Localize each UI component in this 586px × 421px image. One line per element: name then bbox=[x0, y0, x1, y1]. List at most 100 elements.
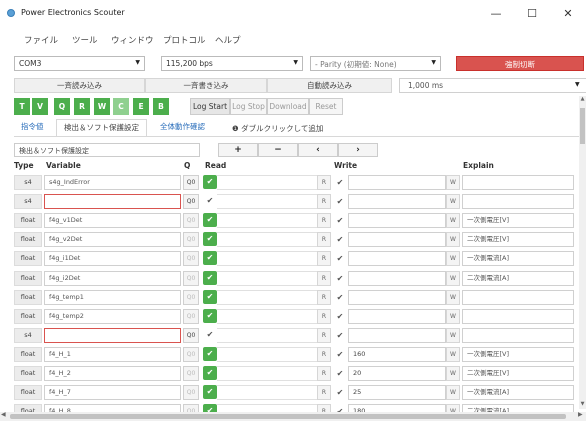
scroll-up-icon[interactable]: ▲ bbox=[579, 96, 586, 104]
read-button[interactable]: R bbox=[317, 175, 331, 190]
read-check-icon[interactable]: ✔ bbox=[203, 385, 217, 400]
variable-input[interactable]: f4g_temp1 bbox=[44, 289, 181, 305]
toggle-b[interactable]: B bbox=[153, 98, 169, 115]
horizontal-scroll-thumb[interactable] bbox=[10, 414, 566, 419]
write-button[interactable]: W bbox=[446, 175, 460, 190]
q-cell[interactable]: Q0 bbox=[183, 251, 199, 267]
write-input[interactable] bbox=[348, 232, 446, 248]
type-cell[interactable]: s4 bbox=[14, 175, 42, 190]
explain-input[interactable] bbox=[462, 289, 574, 305]
variable-input[interactable]: f4g_temp2 bbox=[44, 308, 181, 324]
scroll-left-icon[interactable]: ◀ bbox=[1, 411, 6, 418]
reset-button[interactable]: Reset bbox=[309, 98, 343, 115]
explain-input[interactable]: 一次側電圧[V] bbox=[462, 213, 574, 229]
explain-input[interactable] bbox=[462, 194, 574, 210]
write-input[interactable] bbox=[348, 289, 446, 305]
minimize-button[interactable]: — bbox=[478, 0, 514, 26]
write-button[interactable]: W bbox=[446, 385, 460, 401]
read-button[interactable]: R bbox=[317, 213, 331, 229]
q-cell[interactable]: Q0 bbox=[183, 213, 199, 229]
menu-tools[interactable]: ツール bbox=[72, 34, 98, 46]
move-left-button[interactable]: ‹ bbox=[298, 143, 338, 157]
write-button[interactable]: W bbox=[446, 366, 460, 381]
explain-input[interactable]: 二次側電圧[V] bbox=[462, 366, 574, 381]
read-check-icon[interactable]: ✔ bbox=[203, 366, 217, 380]
write-input[interactable]: 20 bbox=[348, 366, 446, 381]
move-right-button[interactable]: › bbox=[338, 143, 378, 157]
write-button[interactable]: W bbox=[446, 327, 460, 343]
tab-detection[interactable]: 検出＆ソフト保護設定 bbox=[56, 119, 147, 137]
q-cell[interactable]: Q0 bbox=[183, 175, 199, 190]
variable-input[interactable]: s4g_IndError bbox=[44, 175, 181, 190]
disconnect-button[interactable]: 強制切断 bbox=[456, 56, 584, 71]
parity-select[interactable]: - Parity (初期値: None) ▼ bbox=[310, 56, 441, 71]
toggle-r[interactable]: R bbox=[74, 98, 90, 115]
read-button[interactable]: R bbox=[317, 289, 331, 305]
read-button[interactable]: R bbox=[317, 346, 331, 362]
read-check-icon[interactable]: ✔ bbox=[203, 328, 217, 342]
write-input[interactable] bbox=[348, 194, 446, 210]
write-check-icon[interactable]: ✔ bbox=[334, 233, 346, 246]
toggle-q[interactable]: Q bbox=[54, 98, 70, 115]
q-cell[interactable]: Q0 bbox=[183, 346, 199, 362]
read-check-icon[interactable]: ✔ bbox=[203, 289, 217, 304]
baud-select[interactable]: 115,200 bps ▼ bbox=[161, 56, 303, 71]
write-button[interactable]: W bbox=[446, 289, 460, 305]
write-input[interactable] bbox=[348, 327, 446, 343]
read-check-icon[interactable]: ✔ bbox=[203, 251, 217, 266]
write-check-icon[interactable]: ✔ bbox=[334, 176, 346, 189]
q-cell[interactable]: Q0 bbox=[183, 308, 199, 324]
write-check-icon[interactable]: ✔ bbox=[334, 329, 346, 342]
write-input[interactable] bbox=[348, 251, 446, 267]
write-check-icon[interactable]: ✔ bbox=[334, 195, 346, 208]
write-button[interactable]: W bbox=[446, 270, 460, 286]
write-check-icon[interactable]: ✔ bbox=[334, 272, 346, 285]
scroll-right-icon[interactable]: ▶ bbox=[578, 411, 583, 418]
toggle-t[interactable]: T bbox=[14, 98, 30, 115]
type-cell[interactable]: float bbox=[14, 308, 42, 324]
read-button[interactable]: R bbox=[317, 251, 331, 267]
write-check-icon[interactable]: ✔ bbox=[334, 252, 346, 265]
explain-input[interactable]: 一次側電圧[V] bbox=[462, 346, 574, 362]
read-check-icon[interactable]: ✔ bbox=[203, 308, 217, 323]
write-button[interactable]: W bbox=[446, 194, 460, 210]
type-cell[interactable]: float bbox=[14, 289, 42, 305]
explain-input[interactable]: 一次側電流[A] bbox=[462, 251, 574, 267]
download-button[interactable]: Download bbox=[267, 98, 309, 115]
read-button[interactable]: R bbox=[317, 366, 331, 381]
write-button[interactable]: W bbox=[446, 232, 460, 248]
write-check-icon[interactable]: ✔ bbox=[334, 386, 346, 399]
write-button[interactable]: W bbox=[446, 251, 460, 267]
explain-input[interactable]: 二次側電圧[V] bbox=[462, 232, 574, 248]
read-button[interactable]: R bbox=[317, 308, 331, 324]
add-tab-hint[interactable]: ❶ ダブルクリックして追加 bbox=[232, 123, 323, 134]
variable-input[interactable] bbox=[44, 327, 181, 343]
read-check-icon[interactable]: ✔ bbox=[203, 175, 217, 189]
menu-file[interactable]: ファイル bbox=[24, 34, 58, 46]
toggle-e[interactable]: E bbox=[133, 98, 149, 115]
q-cell[interactable]: Q0 bbox=[183, 327, 199, 343]
toggle-w[interactable]: W bbox=[94, 98, 110, 115]
add-row-button[interactable]: + bbox=[218, 143, 258, 157]
close-button[interactable]: ✕ bbox=[550, 0, 586, 26]
variable-input[interactable]: f4g_v1Det bbox=[44, 213, 181, 229]
tab-overall[interactable]: 全体動作確認 bbox=[153, 119, 212, 137]
log-start-button[interactable]: Log Start bbox=[190, 98, 230, 115]
q-cell[interactable]: Q0 bbox=[183, 385, 199, 401]
explain-input[interactable] bbox=[462, 308, 574, 324]
write-input[interactable] bbox=[348, 175, 446, 190]
write-check-icon[interactable]: ✔ bbox=[334, 291, 346, 304]
type-cell[interactable]: s4 bbox=[14, 327, 42, 343]
read-button[interactable]: R bbox=[317, 270, 331, 286]
read-check-icon[interactable]: ✔ bbox=[203, 194, 217, 208]
explain-input[interactable]: 二次側電流[A] bbox=[462, 270, 574, 286]
scroll-down-icon[interactable]: ▼ bbox=[579, 401, 586, 409]
variable-input[interactable]: f4g_i1Det bbox=[44, 251, 181, 267]
variable-input[interactable]: f4g_i2Det bbox=[44, 270, 181, 286]
write-check-icon[interactable]: ✔ bbox=[334, 214, 346, 227]
write-all-button[interactable]: 一斉書き込み bbox=[145, 78, 267, 93]
read-check-icon[interactable]: ✔ bbox=[203, 232, 217, 247]
explain-input[interactable] bbox=[462, 327, 574, 343]
type-cell[interactable]: float bbox=[14, 213, 42, 229]
write-button[interactable]: W bbox=[446, 213, 460, 229]
